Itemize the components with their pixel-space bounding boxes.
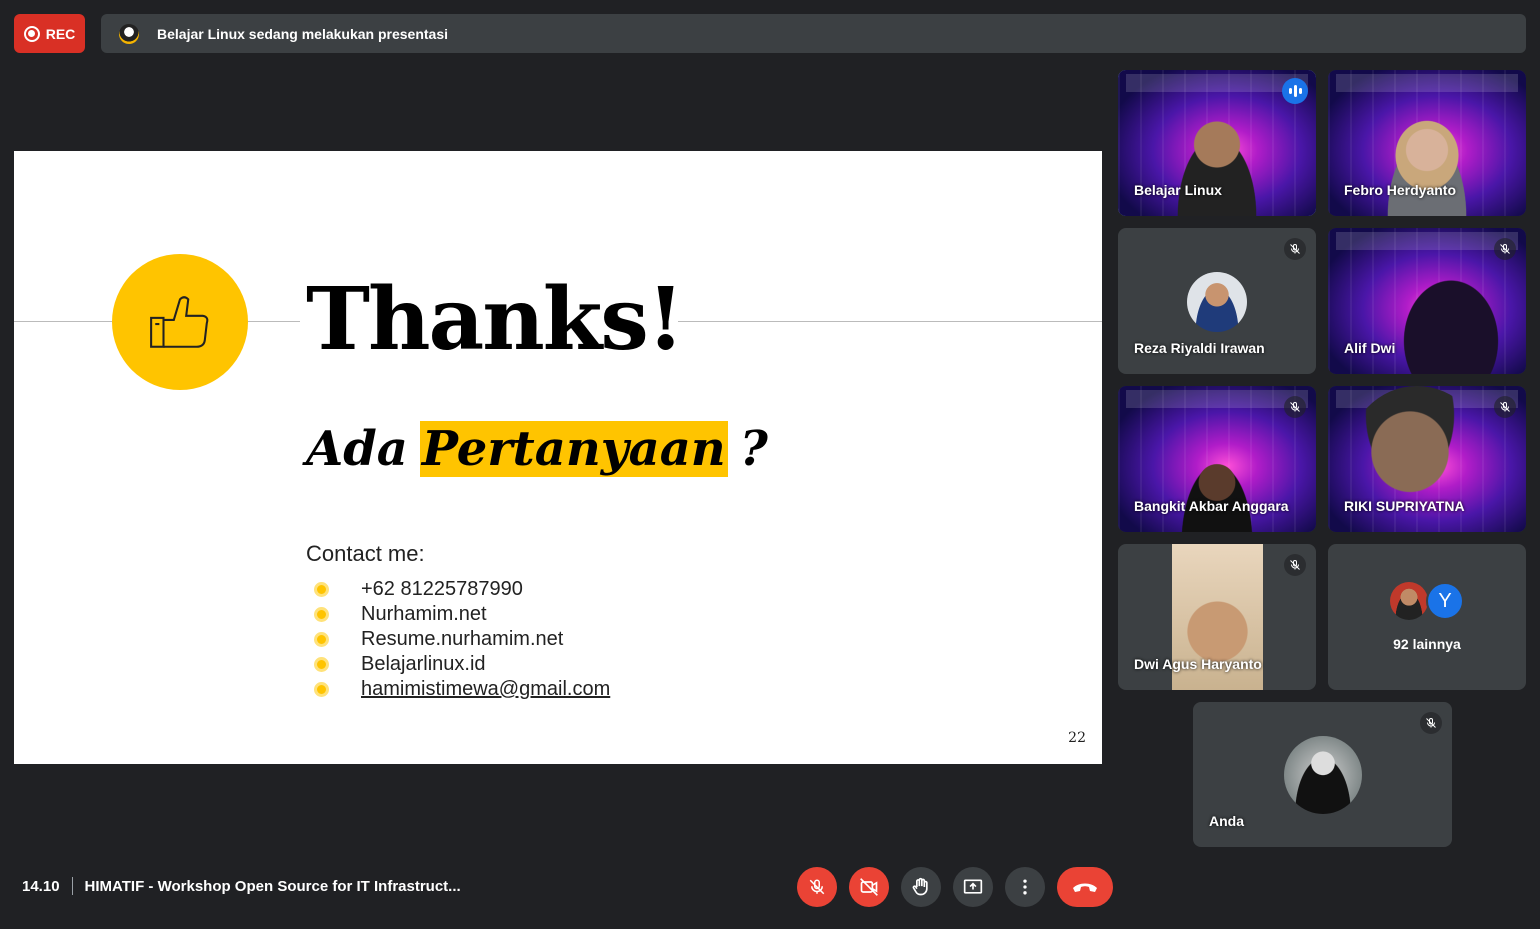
camera-off-icon — [860, 878, 878, 896]
raise-hand-button[interactable] — [901, 867, 941, 907]
participant-name: Reza Riyaldi Irawan — [1134, 340, 1265, 356]
rec-label: REC — [45, 25, 76, 42]
speaking-indicator-icon — [1282, 78, 1308, 104]
page-number: 22 — [1068, 730, 1086, 746]
divider-line — [14, 321, 112, 322]
mic-off-icon — [1284, 554, 1306, 576]
present-screen-button[interactable] — [953, 867, 993, 907]
question-suffix: ? — [739, 421, 768, 477]
end-call-button[interactable] — [1057, 867, 1113, 907]
question-line: Ada Pertanyaan ? — [306, 421, 768, 477]
participant-tile[interactable]: RIKI SUPRIYATNA — [1328, 386, 1526, 532]
presenting-text: Belajar Linux sedang melakukan presentas… — [157, 25, 449, 42]
participant-name: Bangkit Akbar Anggara — [1134, 498, 1289, 514]
participant-name: Febro Herdyanto — [1344, 182, 1457, 198]
participant-name: RIKI SUPRIYATNA — [1344, 498, 1465, 514]
raise-hand-icon — [912, 877, 928, 896]
participant-tile[interactable]: Reza Riyaldi Irawan — [1118, 228, 1316, 374]
mic-off-icon — [1284, 396, 1306, 418]
mic-off-icon — [1284, 238, 1306, 260]
list-item: Belajarlinux.id — [314, 652, 610, 677]
list-item: Nurhamim.net — [314, 602, 610, 627]
question-prefix: Ada — [306, 421, 408, 477]
contact-title: Contact me: — [306, 541, 425, 566]
avatar: Y — [1426, 582, 1464, 620]
list-item: +62 81225787990 — [314, 577, 610, 602]
thumbs-up-circle — [112, 254, 248, 390]
presenting-banner: Belajar Linux sedang melakukan presentas… — [101, 14, 1526, 53]
participant-video — [1390, 264, 1511, 374]
thumbs-up-icon — [150, 296, 209, 348]
list-item: Resume.nurhamim.net — [314, 627, 610, 652]
recording-badge[interactable]: REC — [14, 14, 85, 53]
bullet-icon — [314, 607, 329, 622]
bullet-icon — [314, 682, 329, 697]
contact-list: +62 81225787990 Nurhamim.net Resume.nurh… — [314, 577, 610, 702]
participant-video — [1162, 106, 1272, 216]
mic-off-icon — [1494, 396, 1516, 418]
participant-name: Alif Dwi — [1344, 340, 1396, 356]
bullet-icon — [314, 632, 329, 647]
avatar — [1187, 272, 1247, 332]
participant-tile[interactable]: Alif Dwi — [1328, 228, 1526, 374]
presentation-slide: Thanks! Ada Pertanyaan ? Contact me: +62… — [14, 151, 1102, 764]
participant-name: Anda — [1209, 813, 1244, 829]
mic-toggle-button[interactable] — [797, 867, 837, 907]
more-options-icon — [1023, 879, 1027, 895]
email-link[interactable]: hamimistimewa@gmail.com — [361, 678, 610, 701]
question-highlight: Pertanyaan — [419, 421, 728, 477]
participant-video — [1162, 422, 1272, 532]
mic-off-icon — [1494, 238, 1516, 260]
bullet-icon — [314, 582, 329, 597]
meeting-title[interactable]: HIMATIF - Workshop Open Source for IT In… — [85, 878, 461, 895]
participant-tile[interactable]: Belajar Linux — [1118, 70, 1316, 216]
bullet-icon — [314, 657, 329, 672]
avatar — [1390, 582, 1428, 620]
end-call-icon — [1073, 883, 1097, 892]
participant-tile[interactable]: Bangkit Akbar Anggara — [1118, 386, 1316, 532]
meeting-info: 14.10 HIMATIF - Workshop Open Source for… — [22, 877, 461, 895]
more-participants-label: 92 lainnya — [1393, 636, 1461, 652]
mic-off-icon — [1420, 712, 1442, 734]
slide-title: Thanks! — [306, 269, 685, 370]
present-screen-icon — [963, 879, 983, 894]
participant-video — [1372, 106, 1482, 216]
record-icon — [23, 25, 40, 42]
divider-line — [678, 321, 1102, 322]
call-controls — [797, 867, 1113, 907]
camera-toggle-button[interactable] — [849, 867, 889, 907]
more-options-button[interactable] — [1005, 867, 1045, 907]
more-participants-tile[interactable]: Y 92 lainnya — [1328, 544, 1526, 690]
participant-name: Dwi Agus Haryanto — [1134, 656, 1262, 672]
participant-tile[interactable]: Dwi Agus Haryanto — [1118, 544, 1316, 690]
list-item: hamimistimewa@gmail.com — [314, 677, 610, 702]
divider-line — [248, 321, 300, 322]
mic-off-icon — [809, 879, 825, 895]
avatar — [1283, 736, 1362, 814]
self-tile[interactable]: Anda — [1193, 702, 1452, 847]
avatar-stack: Y — [1390, 582, 1464, 620]
participant-tile[interactable]: Febro Herdyanto — [1328, 70, 1526, 216]
participant-name: Belajar Linux — [1134, 182, 1222, 198]
clock-time: 14.10 — [22, 877, 60, 895]
presenter-avatar — [119, 23, 139, 44]
divider — [71, 877, 73, 895]
